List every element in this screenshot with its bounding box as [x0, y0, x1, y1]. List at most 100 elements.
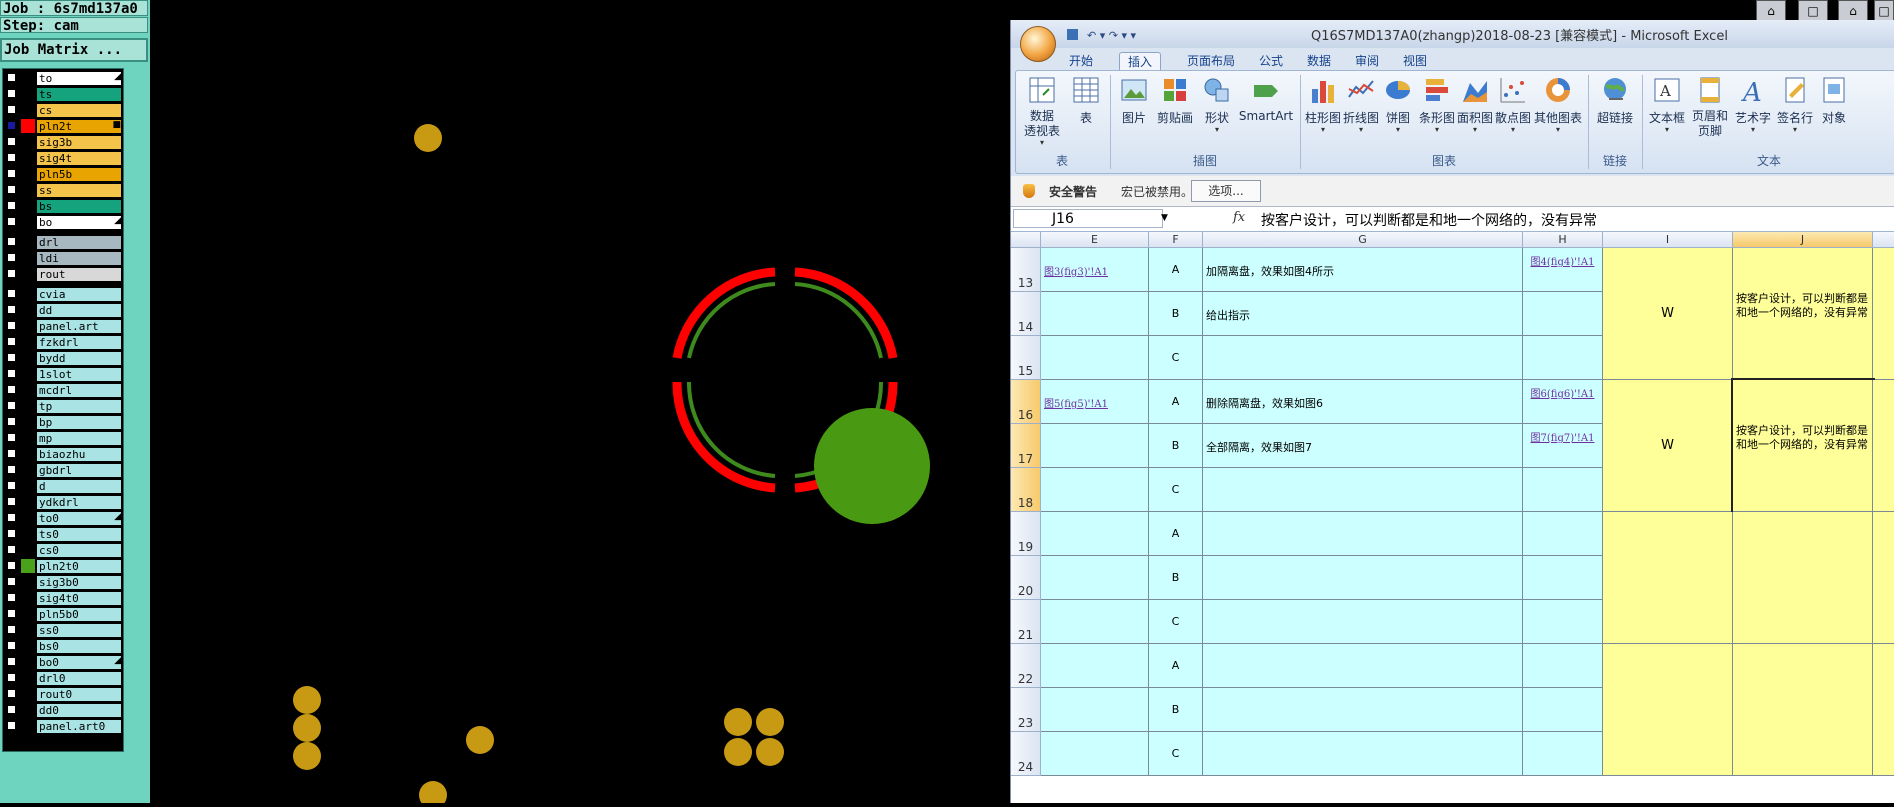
layer-name[interactable]: sig4t	[37, 152, 121, 165]
layer-row[interactable]: bs0	[3, 639, 123, 653]
pie-chart-button[interactable]: 饼图 ▾	[1380, 75, 1416, 134]
cell-f[interactable]: C	[1149, 732, 1203, 776]
cell-h[interactable]	[1523, 688, 1603, 732]
tab-review[interactable]: 审阅	[1347, 52, 1387, 70]
cell-k[interactable]	[1873, 512, 1894, 644]
cell-g[interactable]	[1203, 336, 1523, 380]
cell-f[interactable]: C	[1149, 336, 1203, 380]
layer-color-swatch[interactable]	[21, 199, 35, 213]
cell-f[interactable]: B	[1149, 556, 1203, 600]
cell-e[interactable]	[1041, 424, 1149, 468]
layer-color-swatch[interactable]	[21, 267, 35, 281]
window-button[interactable]: □	[1798, 0, 1828, 22]
layer-color-swatch[interactable]	[21, 103, 35, 117]
layer-row[interactable]: gbdrl	[3, 463, 123, 477]
cell-e[interactable]	[1041, 688, 1149, 732]
layer-checkbox[interactable]	[7, 561, 16, 570]
cell-h[interactable]	[1523, 644, 1603, 688]
layer-name[interactable]: fzkdrl	[37, 336, 121, 349]
cell-f[interactable]: C	[1149, 468, 1203, 512]
layer-name[interactable]: ss0	[37, 624, 121, 637]
layer-color-swatch[interactable]	[21, 479, 35, 493]
layer-name[interactable]: bs	[37, 200, 121, 213]
layer-name[interactable]: 1slot	[37, 368, 121, 381]
layer-row[interactable]: sig3b	[3, 135, 123, 149]
layer-row[interactable]: pln5b	[3, 167, 123, 181]
layer-name[interactable]: panel.art0	[37, 720, 121, 733]
layer-checkbox[interactable]	[7, 153, 16, 162]
layer-checkbox[interactable]	[7, 305, 16, 314]
header-footer-button[interactable]: 页眉和 页脚	[1688, 75, 1732, 139]
cell-k[interactable]	[1873, 644, 1894, 776]
layer-name[interactable]: dd	[37, 304, 121, 317]
row-header[interactable]: 15	[1011, 336, 1041, 380]
layer-row[interactable]: bydd	[3, 351, 123, 365]
spreadsheet-grid[interactable]: E F G H I J 13 图3(fig3)'!A1 A 加隔离盘，效果如图4所示 图4(fig4…	[1011, 232, 1894, 803]
quick-access-toolbar[interactable]: ↶ ▾ ↷ ▾ ▾	[1065, 28, 1175, 42]
layer-row[interactable]: tp	[3, 399, 123, 413]
cell-i-merged[interactable]: W	[1603, 248, 1733, 380]
layer-name[interactable]: ldi	[37, 252, 121, 265]
signature-line-button[interactable]: 签名行 ▾	[1774, 75, 1816, 134]
layer-name[interactable]: pln2t	[37, 120, 121, 133]
layer-name[interactable]: mp	[37, 432, 121, 445]
layer-row[interactable]: bs	[3, 199, 123, 213]
layer-color-swatch[interactable]	[21, 287, 35, 301]
layer-color-swatch[interactable]	[21, 71, 35, 85]
pivot-table-button[interactable]: 数据 透视表 ▾	[1020, 75, 1064, 147]
layer-name[interactable]: to0	[37, 512, 121, 525]
formula-input[interactable]: 按客户设计，可以判断都是和地一个网络的，没有异常	[1261, 210, 1597, 230]
cell-e[interactable]	[1041, 292, 1149, 336]
column-header-f[interactable]: F	[1149, 232, 1203, 248]
cell-j[interactable]	[1733, 644, 1873, 776]
column-header-j[interactable]: J	[1733, 232, 1873, 248]
hyperlink[interactable]: 图7(fig7)'!A1	[1527, 432, 1598, 445]
layer-checkbox[interactable]	[7, 353, 16, 362]
row-header[interactable]: 22	[1011, 644, 1041, 688]
cell-g[interactable]: 全部隔离，效果如图7	[1203, 424, 1523, 468]
cell-k[interactable]	[1873, 380, 1894, 512]
cell-h[interactable]	[1523, 600, 1603, 644]
cell-f[interactable]: B	[1149, 292, 1203, 336]
row-header[interactable]: 16	[1011, 380, 1041, 424]
home-button[interactable]: ⌂	[1756, 0, 1786, 22]
cell-e[interactable]	[1041, 644, 1149, 688]
layer-checkbox[interactable]	[7, 625, 16, 634]
cell-h[interactable]	[1523, 512, 1603, 556]
layer-row[interactable]: rout	[3, 267, 123, 281]
layer-name[interactable]: pln2t0	[37, 560, 121, 573]
cell-g[interactable]: 加隔离盘，效果如图4所示	[1203, 248, 1523, 292]
layer-row[interactable]: bo0 ◢	[3, 655, 123, 669]
column-header-i[interactable]: I	[1603, 232, 1733, 248]
layer-row[interactable]: cvia	[3, 287, 123, 301]
layer-color-swatch[interactable]	[21, 351, 35, 365]
cell-e[interactable]	[1041, 732, 1149, 776]
cell-e[interactable]	[1041, 512, 1149, 556]
layer-row[interactable]: ldi	[3, 251, 123, 265]
layer-name[interactable]: dd0	[37, 704, 121, 717]
row-header[interactable]: 14	[1011, 292, 1041, 336]
layer-color-swatch[interactable]	[21, 319, 35, 333]
cell-f[interactable]: A	[1149, 512, 1203, 556]
cell-h[interactable]	[1523, 732, 1603, 776]
layer-color-swatch[interactable]	[21, 235, 35, 249]
layer-color-swatch[interactable]	[21, 135, 35, 149]
layer-color-swatch[interactable]	[21, 335, 35, 349]
layer-color-swatch[interactable]	[21, 251, 35, 265]
layer-color-swatch[interactable]	[21, 367, 35, 381]
layer-color-swatch[interactable]	[21, 703, 35, 717]
layer-checkbox[interactable]	[7, 269, 16, 278]
layer-color-swatch[interactable]	[21, 167, 35, 181]
layer-checkbox[interactable]	[7, 673, 16, 682]
layer-row[interactable]: mp	[3, 431, 123, 445]
layer-checkbox[interactable]	[7, 289, 16, 298]
row-header[interactable]: 13	[1011, 248, 1041, 292]
layer-row[interactable]: ts0	[3, 527, 123, 541]
object-button[interactable]: 对象	[1816, 75, 1852, 126]
layer-name[interactable]: cs0	[37, 544, 121, 557]
layer-name[interactable]: cs	[37, 104, 121, 117]
layer-checkbox[interactable]	[7, 237, 16, 246]
cell-h[interactable]	[1523, 468, 1603, 512]
layer-row[interactable]: biaozhu	[3, 447, 123, 461]
layer-row[interactable]: drl	[3, 235, 123, 249]
